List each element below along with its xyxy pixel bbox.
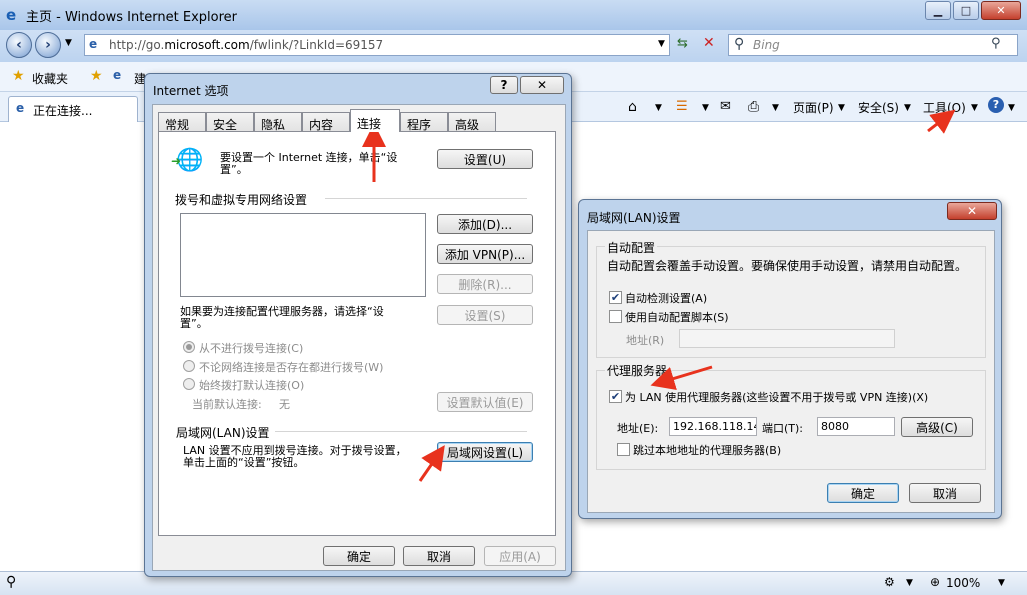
tab-privacy[interactable]: 隐私 [254, 112, 302, 132]
annotation-arrows [362, 109, 956, 482]
arrow-tools-menu [927, 109, 956, 134]
tab-general[interactable]: 常规 [158, 112, 206, 132]
tab-connections[interactable]: 连接 [350, 109, 400, 132]
tab-security[interactable]: 安全 [206, 112, 254, 132]
tab-programs[interactable]: 程序 [400, 112, 448, 132]
tab-advanced[interactable]: 高级 [448, 112, 496, 132]
arrow-use-proxy [650, 365, 713, 391]
arrow-lan-settings-button [418, 445, 445, 482]
tab-content[interactable]: 内容 [302, 112, 350, 132]
